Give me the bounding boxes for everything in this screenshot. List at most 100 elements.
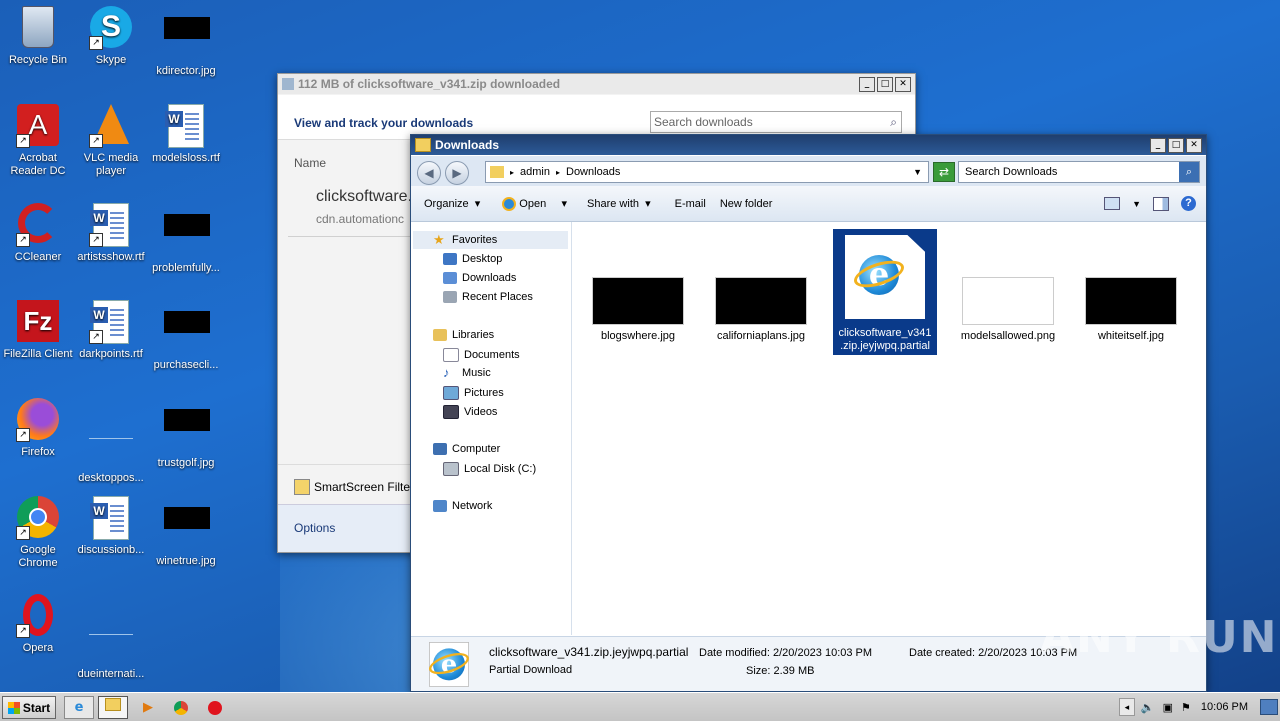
desktop-icon-darkpoints[interactable]: W ↗ darkpoints.rtf [73, 300, 149, 361]
chevron-right-icon[interactable]: ▸ [510, 168, 514, 177]
volume-icon[interactable]: 🔈 [1141, 701, 1155, 714]
desktop-icon-kdirector[interactable]: kdirector.jpg [148, 6, 224, 78]
close-button[interactable]: ✕ [1186, 137, 1202, 153]
view-options-icon[interactable] [1104, 197, 1121, 210]
file-item[interactable]: californiaplans.jpg [709, 230, 813, 342]
word-document-icon: W ↗ [89, 300, 133, 344]
file-item[interactable]: blogswhere.jpg [586, 230, 690, 342]
desktop-icon-skype[interactable]: S ↗ Skype [73, 6, 149, 67]
desktop-icon-vlc[interactable]: ↗ VLC media player [73, 104, 149, 178]
refresh-button[interactable]: ⇄ [933, 162, 955, 182]
system-tray: ◂ 🔈 ▣ ⚑ 10:06 PM [1118, 695, 1280, 719]
icon-label: kdirector.jpg [156, 65, 216, 77]
close-button[interactable]: ✕ [895, 76, 911, 92]
file-item[interactable]: modelsallowed.png [956, 230, 1060, 342]
vlc-cone-icon: ↗ [89, 104, 133, 148]
nav-libraries[interactable]: Libraries [433, 329, 494, 341]
chevron-right-icon[interactable]: ▸ [556, 168, 560, 177]
titlebar[interactable]: Downloads _ □ ✕ [411, 135, 1206, 155]
taskbar-chrome-button[interactable] [166, 696, 196, 719]
nav-network[interactable]: Network [433, 500, 492, 512]
search-icon[interactable]: ⌕ [1179, 162, 1199, 182]
chevron-down-icon[interactable]: ▼ [913, 167, 922, 177]
search-downloads-input[interactable]: Search downloads ⌕ [650, 111, 902, 133]
nav-recent-places[interactable]: Recent Places [443, 291, 533, 303]
start-button[interactable]: Start [2, 696, 56, 719]
smartscreen-label: SmartScreen Filte [314, 480, 411, 494]
smartscreen-link[interactable]: SmartScreen Filte [294, 479, 410, 495]
taskbar-opera-button[interactable] [200, 696, 230, 719]
desktop-icon-filezilla[interactable]: Fz FileZilla Client [0, 300, 76, 361]
watermark: ANY RUN [1040, 612, 1279, 663]
desktop-icon-modelsloss[interactable]: W modelsloss.rtf [148, 104, 224, 165]
address-bar[interactable]: ▸ admin ▸ Downloads ▼ [485, 161, 929, 183]
share-with-button[interactable]: Share with ▾ [580, 197, 658, 210]
icon-label: trustgolf.jpg [157, 457, 215, 469]
blank-file-icon [89, 424, 133, 468]
minimize-button[interactable]: _ [859, 76, 875, 92]
nav-pictures[interactable]: Pictures [443, 386, 504, 400]
nav-videos[interactable]: Videos [443, 405, 497, 419]
desktop-icon-purchasecli[interactable]: purchasecli... [148, 300, 224, 372]
icon-label: modelsloss.rtf [152, 152, 220, 164]
maximize-button[interactable]: □ [877, 76, 893, 92]
back-button[interactable]: ◀ [417, 161, 441, 185]
show-desktop-button[interactable] [1260, 699, 1278, 715]
address-bar-area: ◀ ▶ ▸ admin ▸ Downloads ▼ ⇄ Search Downl… [411, 156, 1206, 186]
desktop-icon-winetrue[interactable]: winetrue.jpg [148, 496, 224, 568]
action-center-flag-icon[interactable]: ⚑ [1181, 701, 1191, 714]
icon-label: problemfully... [152, 262, 220, 274]
clock[interactable]: 10:06 PM [1201, 701, 1248, 713]
maximize-button[interactable]: □ [1168, 137, 1184, 153]
nav-desktop[interactable]: Desktop [443, 253, 502, 265]
desktop-icon-recycle-bin[interactable]: Recycle Bin [0, 6, 76, 67]
organize-button[interactable]: Organize ▾ [417, 197, 487, 210]
chevron-down-icon[interactable]: ▼ [1132, 199, 1141, 209]
new-folder-button[interactable]: New folder [713, 198, 780, 210]
taskbar-ie-button[interactable]: e [64, 696, 94, 719]
desktop-icon-ccleaner[interactable]: ↗ CCleaner [0, 203, 76, 264]
taskbar-explorer-button[interactable] [98, 696, 128, 719]
desktop-icon-trustgolf[interactable]: trustgolf.jpg [148, 398, 224, 470]
taskbar-media-button[interactable]: ▶ [133, 696, 163, 719]
nav-favorites[interactable]: ★ Favorites [433, 233, 497, 246]
forward-button[interactable]: ▶ [445, 161, 469, 185]
open-button[interactable]: Open ▾ [495, 196, 574, 211]
image-file-icon [164, 311, 210, 355]
nav-downloads[interactable]: Downloads [443, 272, 516, 284]
help-icon[interactable]: ? [1181, 196, 1196, 211]
search-input[interactable]: Search Downloads ⌕ [958, 161, 1200, 183]
image-file-icon [164, 507, 210, 551]
preview-pane-icon[interactable] [1153, 196, 1169, 211]
options-button[interactable]: Options [294, 521, 335, 535]
desktop-icon-chrome[interactable]: ↗ Google Chrome [0, 496, 76, 570]
network-tray-icon[interactable]: ▣ [1163, 701, 1173, 714]
minimize-button[interactable]: _ [1150, 137, 1166, 153]
desktop-icon-problemfully[interactable]: problemfully... [148, 203, 224, 275]
desktop-icon-artistsshow[interactable]: W ↗ artistsshow.rtf [73, 203, 149, 264]
titlebar[interactable]: 112 MB of clicksoftware_v341.zip downloa… [278, 74, 915, 94]
desktop-icon-acrobat[interactable]: A ↗ Acrobat Reader DC [0, 104, 76, 178]
desktop-icon-firefox[interactable]: ↗ Firefox [0, 398, 76, 459]
breadcrumb-downloads[interactable]: Downloads [566, 166, 913, 178]
nav-documents[interactable]: Documents [443, 348, 520, 362]
desktop-icon-dueinternati[interactable]: dueinternati... [73, 594, 149, 681]
download-item-name[interactable]: clicksoftware. [316, 188, 412, 206]
ie-download-icon [282, 78, 294, 90]
desktop-icon-opera[interactable]: ↗ Opera [0, 594, 76, 655]
breadcrumb-admin[interactable]: admin [520, 166, 550, 178]
nav-local-disk[interactable]: Local Disk (C:) [443, 462, 536, 476]
file-item[interactable]: whiteitself.jpg [1079, 230, 1183, 342]
show-hidden-icons[interactable]: ◂ [1118, 698, 1135, 716]
desktop-icon-discussionb[interactable]: W discussionb... [73, 496, 149, 557]
column-header-name[interactable]: Name [294, 156, 326, 170]
image-file-icon [164, 409, 210, 453]
nav-computer[interactable]: Computer [433, 443, 500, 455]
email-button[interactable]: E-mail [668, 198, 713, 210]
ie-document-icon: e [845, 235, 925, 319]
desktop-icon-desktoppos[interactable]: desktoppos... [73, 398, 149, 485]
search-placeholder: Search Downloads [965, 166, 1058, 178]
file-item-selected[interactable]: e clicksoftware_v341 .zip.jeyjwpq.partia… [833, 229, 937, 355]
nav-music[interactable]: ♪ Music [443, 366, 491, 379]
explorer-window[interactable]: Downloads _ □ ✕ ◀ ▶ ▸ admin ▸ Downloads … [410, 134, 1207, 692]
